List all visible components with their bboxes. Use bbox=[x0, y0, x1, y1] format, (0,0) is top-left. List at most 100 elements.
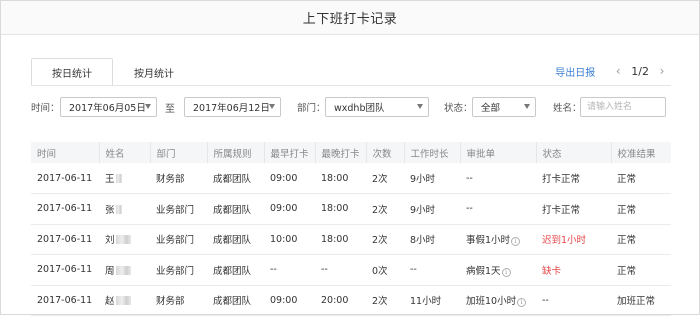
cell-name: 刘 bbox=[99, 224, 150, 255]
cell-date: 2017-06-11 bbox=[37, 172, 93, 184]
cell-earliest: 09:00 bbox=[270, 294, 298, 306]
start-date-select[interactable]: 2017年06月05日 bbox=[60, 97, 157, 117]
cell-approval: -- bbox=[466, 172, 473, 184]
title-bar: 上下班打卡记录 bbox=[1, 1, 699, 35]
cell-latest: 18:00 bbox=[321, 172, 349, 184]
cell-date: 2017-06-11 bbox=[37, 264, 93, 276]
redacted-name-blur bbox=[115, 204, 122, 214]
cell-approval: 事假1小时 i bbox=[460, 224, 536, 255]
tab-daily[interactable]: 按日统计 bbox=[31, 58, 113, 86]
table-row[interactable]: 2017-06-11 刘 业务部门 成都团队 10:00 18:00 2次 8小… bbox=[31, 224, 671, 255]
cell-name: 张 bbox=[99, 194, 150, 225]
caret-down-icon bbox=[269, 104, 275, 109]
cell-hours: -- bbox=[410, 264, 417, 276]
cell-approval: 加班10小时 i bbox=[460, 285, 536, 316]
cell-count: 2次 bbox=[372, 235, 388, 247]
cell-result: 加班正常 bbox=[617, 296, 656, 308]
col-header-count: 次数 bbox=[365, 142, 404, 163]
info-icon[interactable]: i bbox=[511, 237, 521, 247]
cell-earliest: 10:00 bbox=[270, 233, 298, 245]
export-daily-link[interactable]: 导出日报 bbox=[555, 64, 595, 79]
col-header-status: 状态 bbox=[535, 142, 611, 163]
cell-rule: 成都团队 bbox=[213, 235, 252, 247]
top-actions: 导出日报 ‹ 1/2 › bbox=[555, 63, 669, 79]
table-row[interactable]: 2017-06-11 赵 财务部 成都团队 09:00 20:00 2次 11小… bbox=[31, 285, 671, 316]
cell-count: 2次 bbox=[372, 174, 388, 185]
cell-rule: 成都团队 bbox=[213, 174, 252, 185]
table-row[interactable]: 2017-06-11 王 财务部 成都团队 09:00 18:00 2次 9小时… bbox=[31, 163, 671, 194]
table-row[interactable]: 2017-06-11 周 业务部门 成都团队 -- -- 0次 -- 病假1天 i… bbox=[31, 255, 671, 286]
cell-dept: 财务部 bbox=[156, 174, 185, 185]
cell-rule: 成都团队 bbox=[213, 204, 252, 216]
cell-latest: 18:00 bbox=[321, 203, 349, 215]
range-separator: 至 bbox=[165, 104, 175, 115]
redacted-name-blur bbox=[115, 265, 131, 275]
col-header-name: 姓名 bbox=[98, 142, 150, 163]
tab-monthly[interactable]: 按月统计 bbox=[113, 58, 195, 86]
cell-latest: -- bbox=[321, 264, 328, 276]
name-search-input[interactable] bbox=[580, 97, 666, 117]
cell-count: 2次 bbox=[372, 204, 388, 216]
cell-result: 正常 bbox=[617, 235, 637, 247]
caret-down-icon bbox=[145, 104, 151, 109]
info-icon[interactable]: i bbox=[517, 298, 527, 308]
cell-earliest: -- bbox=[270, 264, 277, 276]
name-text: 赵 bbox=[105, 296, 115, 308]
time-label: 时间： bbox=[31, 103, 60, 114]
col-header-time: 时间 bbox=[37, 148, 57, 160]
dept-value: wxdhb团队 bbox=[334, 103, 385, 114]
cell-rule: 成都团队 bbox=[213, 265, 252, 277]
name-text: 王 bbox=[105, 174, 115, 185]
cell-name: 周 bbox=[99, 255, 150, 286]
cell-date: 2017-06-11 bbox=[37, 233, 93, 245]
redacted-name-blur bbox=[115, 174, 122, 183]
cell-dept: 业务部门 bbox=[156, 204, 195, 216]
end-date-value: 2017年06月12日 bbox=[193, 103, 270, 114]
cell-name: 赵 bbox=[99, 285, 150, 316]
col-header-hours: 工作时长 bbox=[403, 142, 460, 163]
cell-count: 0次 bbox=[372, 265, 388, 277]
approval-text: 事假1小时 bbox=[466, 235, 511, 247]
cell-approval: -- bbox=[466, 203, 473, 215]
cell-result: 正常 bbox=[617, 265, 637, 277]
chevron-left-icon[interactable]: ‹ bbox=[611, 64, 625, 78]
col-header-earliest: 最早打卡 bbox=[263, 142, 315, 163]
info-icon[interactable]: i bbox=[501, 267, 511, 277]
approval-text: 病假1天 bbox=[466, 265, 501, 277]
app-window: 上下班打卡记录 按日统计 按月统计 导出日报 ‹ 1/2 › 时间： 2017年… bbox=[0, 0, 700, 316]
cell-dept: 财务部 bbox=[156, 296, 185, 308]
caret-down-icon bbox=[524, 104, 530, 109]
dept-select[interactable]: wxdhb团队 bbox=[325, 97, 429, 117]
cell-rule: 成都团队 bbox=[213, 296, 252, 308]
redacted-name-blur bbox=[115, 235, 131, 245]
table-header: 时间 姓名 部门 所属规则 最早打卡 最晚打卡 次数 工作时长 审批单 状态 校… bbox=[31, 142, 671, 163]
status-select[interactable]: 全部 bbox=[472, 97, 536, 117]
cell-hours: 9小时 bbox=[410, 174, 436, 185]
cell-hours: 9小时 bbox=[410, 204, 436, 216]
cell-date: 2017-06-11 bbox=[37, 294, 93, 306]
cell-result: 正常 bbox=[617, 204, 637, 216]
cell-status: -- bbox=[542, 294, 549, 306]
dept-label: 部门： bbox=[297, 103, 326, 114]
col-header-dept: 部门 bbox=[149, 142, 207, 163]
cell-hours: 8小时 bbox=[410, 235, 436, 247]
table-row[interactable]: 2017-06-11 张 业务部门 成都团队 09:00 18:00 2次 9小… bbox=[31, 194, 671, 225]
attendance-table: 时间 姓名 部门 所属规则 最早打卡 最晚打卡 次数 工作时长 审批单 状态 校… bbox=[31, 142, 671, 316]
cell-latest: 20:00 bbox=[321, 294, 349, 306]
view-tabs: 按日统计 按月统计 bbox=[31, 58, 195, 86]
name-text: 张 bbox=[105, 204, 115, 216]
cell-earliest: 09:00 bbox=[270, 203, 298, 215]
cell-approval: 病假1天 i bbox=[460, 255, 536, 286]
col-header-approval: 审批单 bbox=[459, 142, 536, 163]
cell-count: 2次 bbox=[372, 296, 388, 308]
cell-status: 迟到1小时 bbox=[542, 235, 587, 247]
caret-down-icon bbox=[417, 104, 423, 109]
cell-dept: 业务部门 bbox=[156, 235, 195, 247]
end-date-select[interactable]: 2017年06月12日 bbox=[184, 97, 281, 117]
page-indicator: 1/2 bbox=[631, 64, 649, 78]
chevron-right-icon[interactable]: › bbox=[655, 64, 669, 78]
cell-earliest: 09:00 bbox=[270, 172, 298, 184]
col-header-latest: 最晚打卡 bbox=[314, 142, 366, 163]
cell-name: 王 bbox=[99, 163, 150, 194]
cell-hours: 11小时 bbox=[410, 296, 442, 308]
